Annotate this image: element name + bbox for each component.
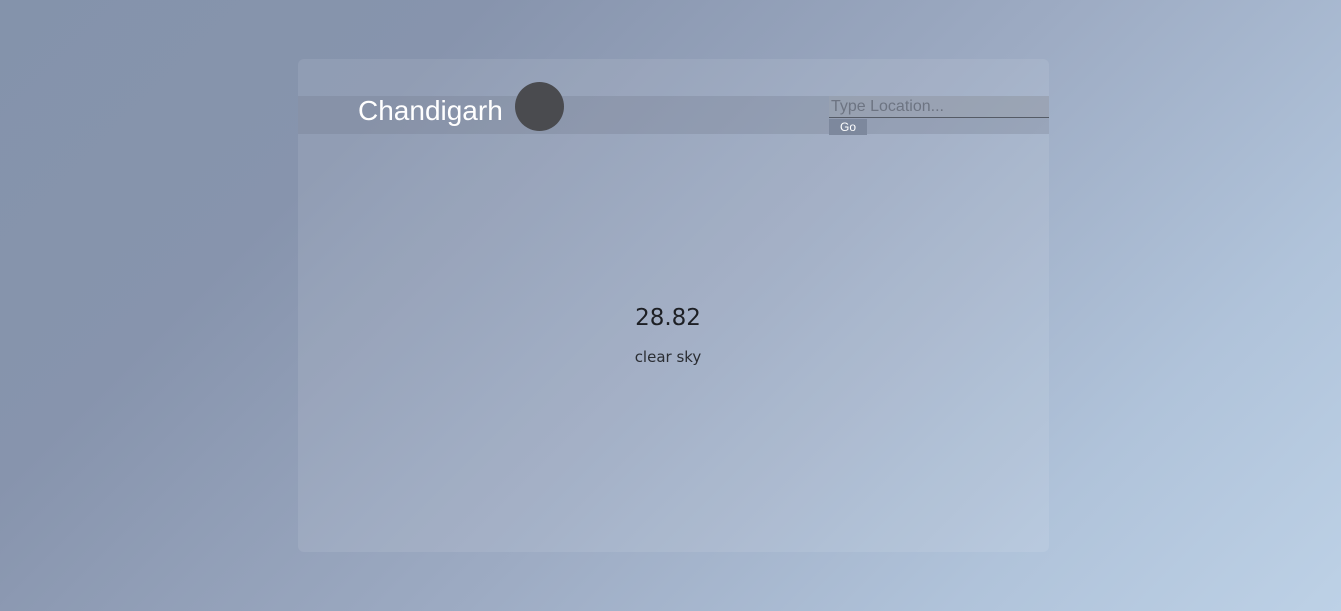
weather-condition-icon: [515, 82, 564, 131]
location-search: Go: [829, 96, 1049, 135]
temperature-value: 28.82: [635, 305, 701, 331]
weather-description: clear sky: [634, 348, 702, 366]
header-bar: Chandigarh Go: [298, 82, 1049, 135]
location-search-input[interactable]: [829, 96, 1049, 118]
city-name: Chandigarh: [358, 95, 503, 126]
weather-card: Chandigarh Go 28.82 clear sky: [298, 59, 1049, 552]
go-button[interactable]: Go: [829, 119, 867, 135]
